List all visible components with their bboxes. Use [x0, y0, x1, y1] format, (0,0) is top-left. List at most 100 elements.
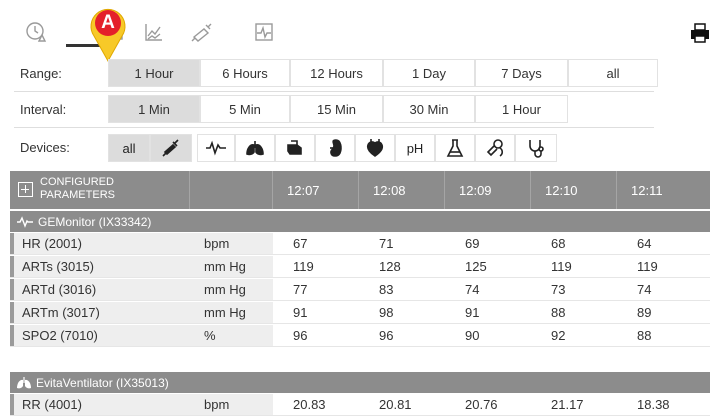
- kidney-icon[interactable]: [315, 134, 355, 162]
- callout-marker-letter: A: [101, 12, 115, 33]
- value-cell: 73: [551, 282, 566, 297]
- value-cell: 20.81: [379, 397, 412, 412]
- callout-marker: A: [86, 3, 130, 63]
- range-option-1-day[interactable]: 1 Day: [383, 59, 475, 87]
- value-cell: 96: [293, 328, 308, 343]
- time-header: 12:10: [531, 171, 617, 209]
- range-option-all[interactable]: all: [568, 59, 658, 87]
- flask-icon[interactable]: [435, 134, 475, 162]
- value-cell: 83: [379, 282, 394, 297]
- lungs-icon[interactable]: [235, 134, 275, 162]
- ecg-tab-icon[interactable]: [250, 20, 278, 44]
- table-row: ARTs (3015) mm Hg 119 128 125 119 119: [10, 256, 710, 278]
- parameter-name: SPO2 (7010): [10, 325, 190, 346]
- device-group-header[interactable]: GEMonitor (IX33342): [10, 211, 710, 232]
- toolbar: A: [0, 0, 710, 63]
- value-cell: 20.76: [465, 397, 498, 412]
- value-cell: 96: [379, 328, 394, 343]
- unit-header: [190, 171, 273, 209]
- table-row: HR (2001) bpm 67 71 69 68 64: [10, 233, 710, 255]
- header-label-line1: CONFIGURED: [40, 176, 114, 188]
- value-cell: 88: [551, 305, 566, 320]
- parameter-name: ARTd (3016): [10, 279, 190, 300]
- interval-option-30-min[interactable]: 30 Min: [383, 95, 475, 123]
- value-cell: 20.83: [293, 397, 326, 412]
- table-row: ARTd (3016) mm Hg 77 83 74 73 74: [10, 279, 710, 301]
- value-cell: 92: [551, 328, 566, 343]
- value-cell: 98: [379, 305, 394, 320]
- value-cell: 91: [465, 305, 480, 320]
- interval-label: Interval:: [20, 102, 67, 117]
- lungs-icon: [17, 376, 31, 388]
- configured-parameters-label: CONFIGURED PARAMETERS: [40, 176, 115, 202]
- interval-option-5-min[interactable]: 5 Min: [200, 95, 290, 123]
- heart-icon[interactable]: [355, 134, 395, 162]
- waveform-icon: [17, 215, 33, 228]
- range-option-7-days[interactable]: 7 Days: [475, 59, 568, 87]
- devices-label: Devices:: [20, 140, 70, 155]
- value-cell: 18.38: [637, 397, 670, 412]
- value-cell: 74: [637, 282, 652, 297]
- ph-icon[interactable]: pH: [395, 134, 435, 162]
- trend-chart-tab-icon[interactable]: [140, 20, 168, 44]
- device-group-name: EvitaVentilator (IX35013): [36, 375, 169, 390]
- table-row: ARTm (3017) mm Hg 91 98 91 88 89: [10, 302, 710, 324]
- table-row: SPO2 (7010) % 96 96 90 92 88: [10, 325, 710, 347]
- parameter-name: ARTm (3017): [10, 302, 190, 323]
- value-cell: 88: [637, 328, 652, 343]
- range-option-12-hours[interactable]: 12 Hours: [290, 59, 383, 87]
- time-header: 12:11: [631, 182, 663, 198]
- syringe-icon[interactable]: [150, 134, 192, 162]
- divider: [14, 91, 654, 92]
- alarm-clock-tab-icon[interactable]: [22, 20, 50, 44]
- value-cell: 74: [465, 282, 480, 297]
- table-header: CONFIGURED PARAMETERS 12:07 12:08 12:09 …: [10, 171, 710, 209]
- interval-option-15-min[interactable]: 15 Min: [290, 95, 383, 123]
- value-cell: 67: [293, 236, 308, 251]
- value-cell: 128: [379, 259, 401, 274]
- parameter-unit: mm Hg: [190, 302, 273, 323]
- divider: [14, 127, 654, 128]
- range-option-6-hours[interactable]: 6 Hours: [200, 59, 290, 87]
- value-cell: 119: [637, 259, 658, 274]
- header-label-line2: PARAMETERS: [40, 189, 115, 201]
- value-cell: 64: [637, 236, 652, 251]
- parameter-unit: bpm: [190, 394, 273, 415]
- device-group-name: GEMonitor (IX33342): [38, 214, 152, 229]
- value-cell: 91: [293, 305, 308, 320]
- value-cell: 119: [551, 259, 572, 274]
- value-cell: 125: [465, 259, 487, 274]
- value-cell: 119: [293, 259, 314, 274]
- time-header: 12:07: [273, 171, 359, 209]
- parameter-name: ARTs (3015): [10, 256, 190, 277]
- stethoscope-icon[interactable]: [515, 134, 557, 162]
- value-cell: 89: [637, 305, 652, 320]
- parameter-name: RR (4001): [10, 394, 190, 415]
- interval-option-1-min[interactable]: 1 Min: [108, 95, 200, 123]
- expand-parameters-button[interactable]: [18, 182, 33, 197]
- value-cell: 69: [465, 236, 480, 251]
- time-header: 12:09: [445, 171, 531, 209]
- value-cell: 71: [379, 236, 394, 251]
- table-row: RR (4001) bpm 20.83 20.81 20.76 21.17 18…: [10, 394, 710, 416]
- pump-icon[interactable]: [275, 134, 315, 162]
- parameter-unit: bpm: [190, 233, 273, 254]
- device-group-header[interactable]: EvitaVentilator (IX35013): [10, 372, 710, 393]
- infusion-icon[interactable]: [475, 134, 515, 162]
- range-option-1-hour[interactable]: 1 Hour: [108, 59, 200, 87]
- parameter-unit: mm Hg: [190, 256, 273, 277]
- waveform-icon[interactable]: [197, 134, 235, 162]
- configured-parameters-header: CONFIGURED PARAMETERS: [10, 171, 190, 209]
- parameter-name: HR (2001): [10, 233, 190, 254]
- parameter-unit: %: [190, 325, 273, 346]
- device-filter-all[interactable]: all: [108, 134, 150, 162]
- print-icon[interactable]: [690, 22, 710, 44]
- parameter-unit: mm Hg: [190, 279, 273, 300]
- syringe-tab-icon[interactable]: [188, 20, 216, 44]
- time-header: 12:08: [359, 171, 445, 209]
- value-cell: 21.17: [551, 397, 584, 412]
- value-cell: 68: [551, 236, 566, 251]
- interval-option-1-hour[interactable]: 1 Hour: [475, 95, 568, 123]
- range-label: Range:: [20, 66, 62, 81]
- value-cell: 77: [293, 282, 308, 297]
